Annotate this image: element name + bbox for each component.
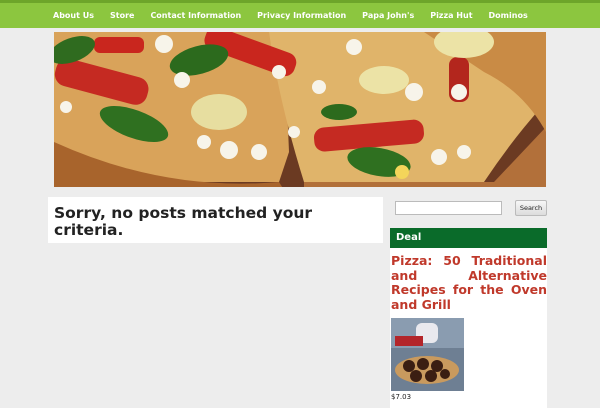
nav-item-pizza-hut[interactable]: Pizza Hut <box>430 11 472 20</box>
nav-item-contact-information[interactable]: Contact Information <box>150 11 241 20</box>
nav-item-dominos[interactable]: Dominos <box>489 11 528 20</box>
widget-title-deal: Deal <box>390 228 547 248</box>
sidebar: Search Deal Pizza: 50 Traditional and Al… <box>390 197 547 408</box>
nav-item-privacy-information[interactable]: Privacy Information <box>257 11 346 20</box>
nav-item-about-us[interactable]: About Us <box>53 11 94 20</box>
search-input[interactable] <box>395 201 502 215</box>
top-navigation: About Us Store Contact Information Priva… <box>0 0 600 28</box>
deal-widget: Pizza: 50 Traditional and Alternative Re… <box>390 248 547 408</box>
book-cover-image[interactable] <box>391 318 464 391</box>
book-title-link[interactable]: Pizza: 50 Traditional and Alternative Re… <box>391 253 547 312</box>
header-banner-image <box>54 32 546 187</box>
nav-item-store[interactable]: Store <box>110 11 134 20</box>
no-posts-box: Sorry, no posts matched your criteria. <box>48 197 383 243</box>
search-button[interactable]: Search <box>515 200 547 216</box>
no-posts-message: Sorry, no posts matched your criteria. <box>54 204 313 239</box>
nav-menu: About Us Store Contact Information Priva… <box>0 3 600 28</box>
nav-item-papa-johns[interactable]: Papa John's <box>362 11 414 20</box>
